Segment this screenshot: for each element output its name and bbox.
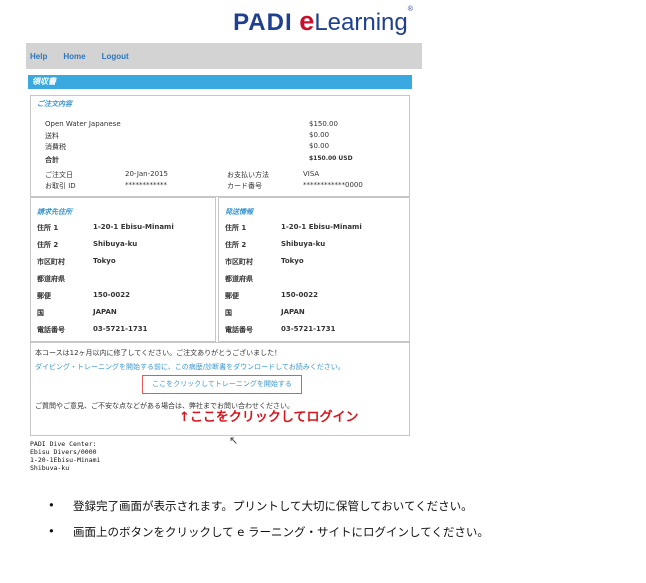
payment-method-label: お支払い方法 bbox=[227, 171, 269, 179]
tax-value: $0.00 bbox=[309, 142, 330, 150]
dive-center-line: 1-20-1Ebisu-Minami bbox=[30, 456, 101, 464]
login-annotation: ↑ここをクリックしてログイン bbox=[179, 410, 359, 425]
bullet-icon: • bbox=[48, 524, 55, 538]
top-nav: Help Home Logout bbox=[26, 43, 422, 69]
product-name: Open Water Japanese bbox=[45, 120, 121, 128]
logo-learning: Learning bbox=[314, 9, 408, 36]
start-training-button[interactable]: ここをクリックしてトレーニングを開始する bbox=[142, 375, 302, 394]
instruction-list: • 登録完了画面が表示されます。プリントして大切に保管しておいてください。 • 画面… bbox=[48, 498, 489, 550]
order-date-label: ご注文日 bbox=[45, 171, 73, 179]
shipping-value: $0.00 bbox=[309, 131, 330, 139]
card-number-label: カード番号 bbox=[227, 182, 262, 190]
mouse-cursor-icon: ↖ bbox=[229, 434, 239, 447]
order-title: ご注文内容 bbox=[37, 100, 72, 108]
transaction-id-label: お取引 ID bbox=[45, 182, 76, 190]
padi-elearning-logo: PADI eLearning® bbox=[0, 6, 646, 37]
logo-e: e bbox=[299, 6, 315, 36]
billing-row: 都道府県 bbox=[37, 275, 65, 283]
completion-message: 本コースは12ヶ月以内に修了してください。ご注文ありがとうございました！ bbox=[35, 349, 282, 357]
order-date-value: 20-Jan-2015 bbox=[125, 170, 168, 178]
receipt-screenshot: Help Home Logout 領収書 ご注文内容 Open Water Ja… bbox=[26, 43, 422, 471]
dive-center-line: Ebisu Divers/0000 bbox=[30, 448, 97, 456]
shipping-row: 住所 1 1-20-1 Ebisu-Minami bbox=[225, 223, 362, 232]
logo-padi: PADI bbox=[233, 9, 293, 36]
billing-title: 請求先住所 bbox=[37, 208, 72, 216]
medical-form-link[interactable]: ダイビング・トレーニングを開始する前に、この病歴/診断書をダウンロードしてお読み… bbox=[35, 362, 345, 372]
billing-row: 郵便 150-0022 bbox=[37, 291, 130, 300]
shipping-row: 都道府県 bbox=[225, 275, 253, 283]
shipping-row: 郵便 150-0022 bbox=[225, 291, 318, 300]
billing-row: 市区町村 Tokyo bbox=[37, 257, 116, 266]
logo-trademark: ® bbox=[407, 6, 413, 13]
tax-label: 消費税 bbox=[45, 143, 66, 151]
billing-row: 国 JAPAN bbox=[37, 308, 117, 317]
list-item: • 画面上のボタンをクリックして e ラーニング・サイトにログインしてください。 bbox=[48, 524, 489, 539]
transaction-id-value: ************ bbox=[125, 181, 167, 189]
order-summary-panel: ご注文内容 Open Water Japanese $150.00 送料 $0.… bbox=[30, 95, 410, 197]
shipping-row: 国 JAPAN bbox=[225, 308, 305, 317]
shipping-row: 市区町村 Tokyo bbox=[225, 257, 304, 266]
shipping-address-panel: 発送情報 住所 1 1-20-1 Ebisu-Minami 住所 2 Shibuya… bbox=[218, 197, 410, 342]
billing-address-panel: 請求先住所 住所 1 1-20-1 Ebisu-Minami 住所 2 Shibuy… bbox=[30, 197, 216, 342]
shipping-row: 電話番号 03-5721-1731 bbox=[225, 325, 336, 334]
bullet-icon: • bbox=[48, 498, 55, 512]
receipt-title-bar: 領収書 bbox=[28, 75, 412, 89]
nav-help-link[interactable]: Help bbox=[30, 52, 47, 61]
nav-logout-link[interactable]: Logout bbox=[102, 52, 129, 61]
message-panel: 本コースは12ヶ月以内に修了してください。ご注文ありがとうございました！ ダイビ… bbox=[30, 342, 410, 436]
total-value: $150.00 USD bbox=[309, 155, 353, 162]
card-number-value: ************0000 bbox=[303, 181, 363, 189]
dive-center-info: PADI Dive Center: Ebisu Divers/0000 1-20… bbox=[30, 440, 100, 470]
shipping-title: 発送情報 bbox=[225, 208, 253, 216]
product-price: $150.00 bbox=[309, 120, 338, 128]
list-item: • 登録完了画面が表示されます。プリントして大切に保管しておいてください。 bbox=[48, 498, 473, 513]
shipping-label: 送料 bbox=[45, 132, 59, 140]
dive-center-line: PADI Dive Center: bbox=[30, 440, 97, 448]
payment-method-value: VISA bbox=[303, 170, 320, 178]
billing-row: 電話番号 03-5721-1731 bbox=[37, 325, 148, 334]
shipping-row: 住所 2 Shibuya-ku bbox=[225, 240, 326, 249]
billing-row: 住所 1 1-20-1 Ebisu-Minami bbox=[37, 223, 174, 232]
total-label: 合計 bbox=[45, 156, 59, 164]
dive-center-line: Shibuya-ku bbox=[30, 464, 70, 470]
nav-home-link[interactable]: Home bbox=[63, 52, 85, 61]
billing-row: 住所 2 Shibuya-ku bbox=[37, 240, 138, 249]
